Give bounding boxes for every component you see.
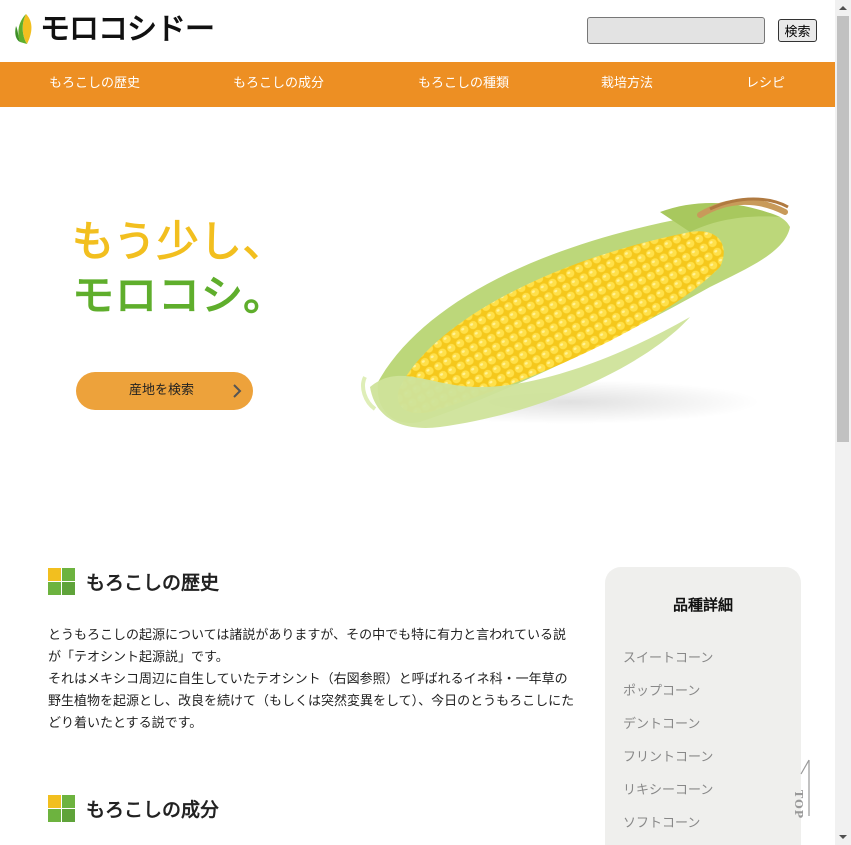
corn-logo-icon (15, 14, 32, 44)
logo-text: モロコシドー (40, 12, 215, 47)
nav-item-recipe[interactable]: レシピ (746, 62, 785, 107)
scroll-down-arrow-icon[interactable] (835, 829, 851, 845)
hero-catchphrase: もう少し、 モロコシ。 (72, 215, 286, 323)
vertical-scrollbar[interactable] (835, 0, 851, 845)
hero: もう少し、 モロコシ。 産地を検索 (0, 107, 835, 537)
corn-image (361, 197, 790, 428)
section-squares-icon (48, 568, 75, 595)
search-input[interactable] (587, 17, 765, 44)
history-paragraph-1: とうもろこしの起源については諸説がありますが、その中でも特に有力と言われている説… (48, 628, 567, 665)
variety-sidebar: 品種詳細 スイートコーン ポップコーン デントコーン フリントコーン リキシーコ… (605, 567, 801, 845)
search-area-button[interactable]: 産地を検索 (76, 372, 253, 410)
to-top-label[interactable]: TOP (792, 790, 805, 819)
sidebar-item-soft-corn[interactable]: ソフトコーン (623, 812, 700, 831)
search-button[interactable]: 検索 (778, 19, 817, 42)
nav-item-components[interactable]: もろこしの成分 (233, 62, 324, 107)
section-squares-icon (48, 795, 75, 822)
scrollbar-thumb[interactable] (837, 16, 849, 442)
sidebar-item-flint-corn[interactable]: フリントコーン (623, 746, 713, 765)
nav-item-history[interactable]: もろこしの歴史 (49, 62, 140, 107)
history-heading: もろこしの歴史 (48, 568, 219, 595)
catchphrase-line-1: もう少し、 (72, 217, 286, 266)
components-title: もろこしの成分 (86, 799, 220, 821)
sidebar-item-dent-corn[interactable]: デントコーン (623, 713, 700, 732)
logo[interactable]: モロコシドー (12, 10, 215, 50)
catchphrase-line-2: モロコシ。 (72, 271, 287, 320)
scroll-up-arrow-icon[interactable] (835, 0, 851, 16)
global-nav: もろこしの歴史 もろこしの成分 もろこしの種類 栽培方法 レシピ (0, 62, 835, 107)
chevron-right-icon (233, 384, 242, 398)
nav-item-cultivation[interactable]: 栽培方法 (601, 62, 653, 107)
sidebar-item-popcorn[interactable]: ポップコーン (623, 680, 700, 699)
sidebar-item-sweet-corn[interactable]: スイートコーン (623, 647, 713, 666)
nav-item-varieties[interactable]: もろこしの種類 (418, 62, 509, 107)
history-paragraph-2: それはメキシコ周辺に自生していたテオシント（右図参照）と呼ばれるイネ科・一年草の… (48, 672, 575, 731)
sidebar-item-rikishi-corn[interactable]: リキシーコーン (623, 779, 713, 798)
header: モロコシドー 検索 (0, 0, 835, 62)
sidebar-title: 品種詳細 (672, 596, 733, 614)
history-body: とうもろこしの起源については諸説がありますが、その中でも特に有力と言われている説… (48, 625, 578, 735)
history-title: もろこしの歴史 (86, 572, 220, 594)
page: モロコシドー 検索 もろこしの歴史 もろこしの成分 もろこしの種類 栽培方法 レ… (0, 0, 835, 845)
components-heading: もろこしの成分 (48, 795, 219, 822)
search-area-label: 産地を検索 (129, 383, 195, 398)
